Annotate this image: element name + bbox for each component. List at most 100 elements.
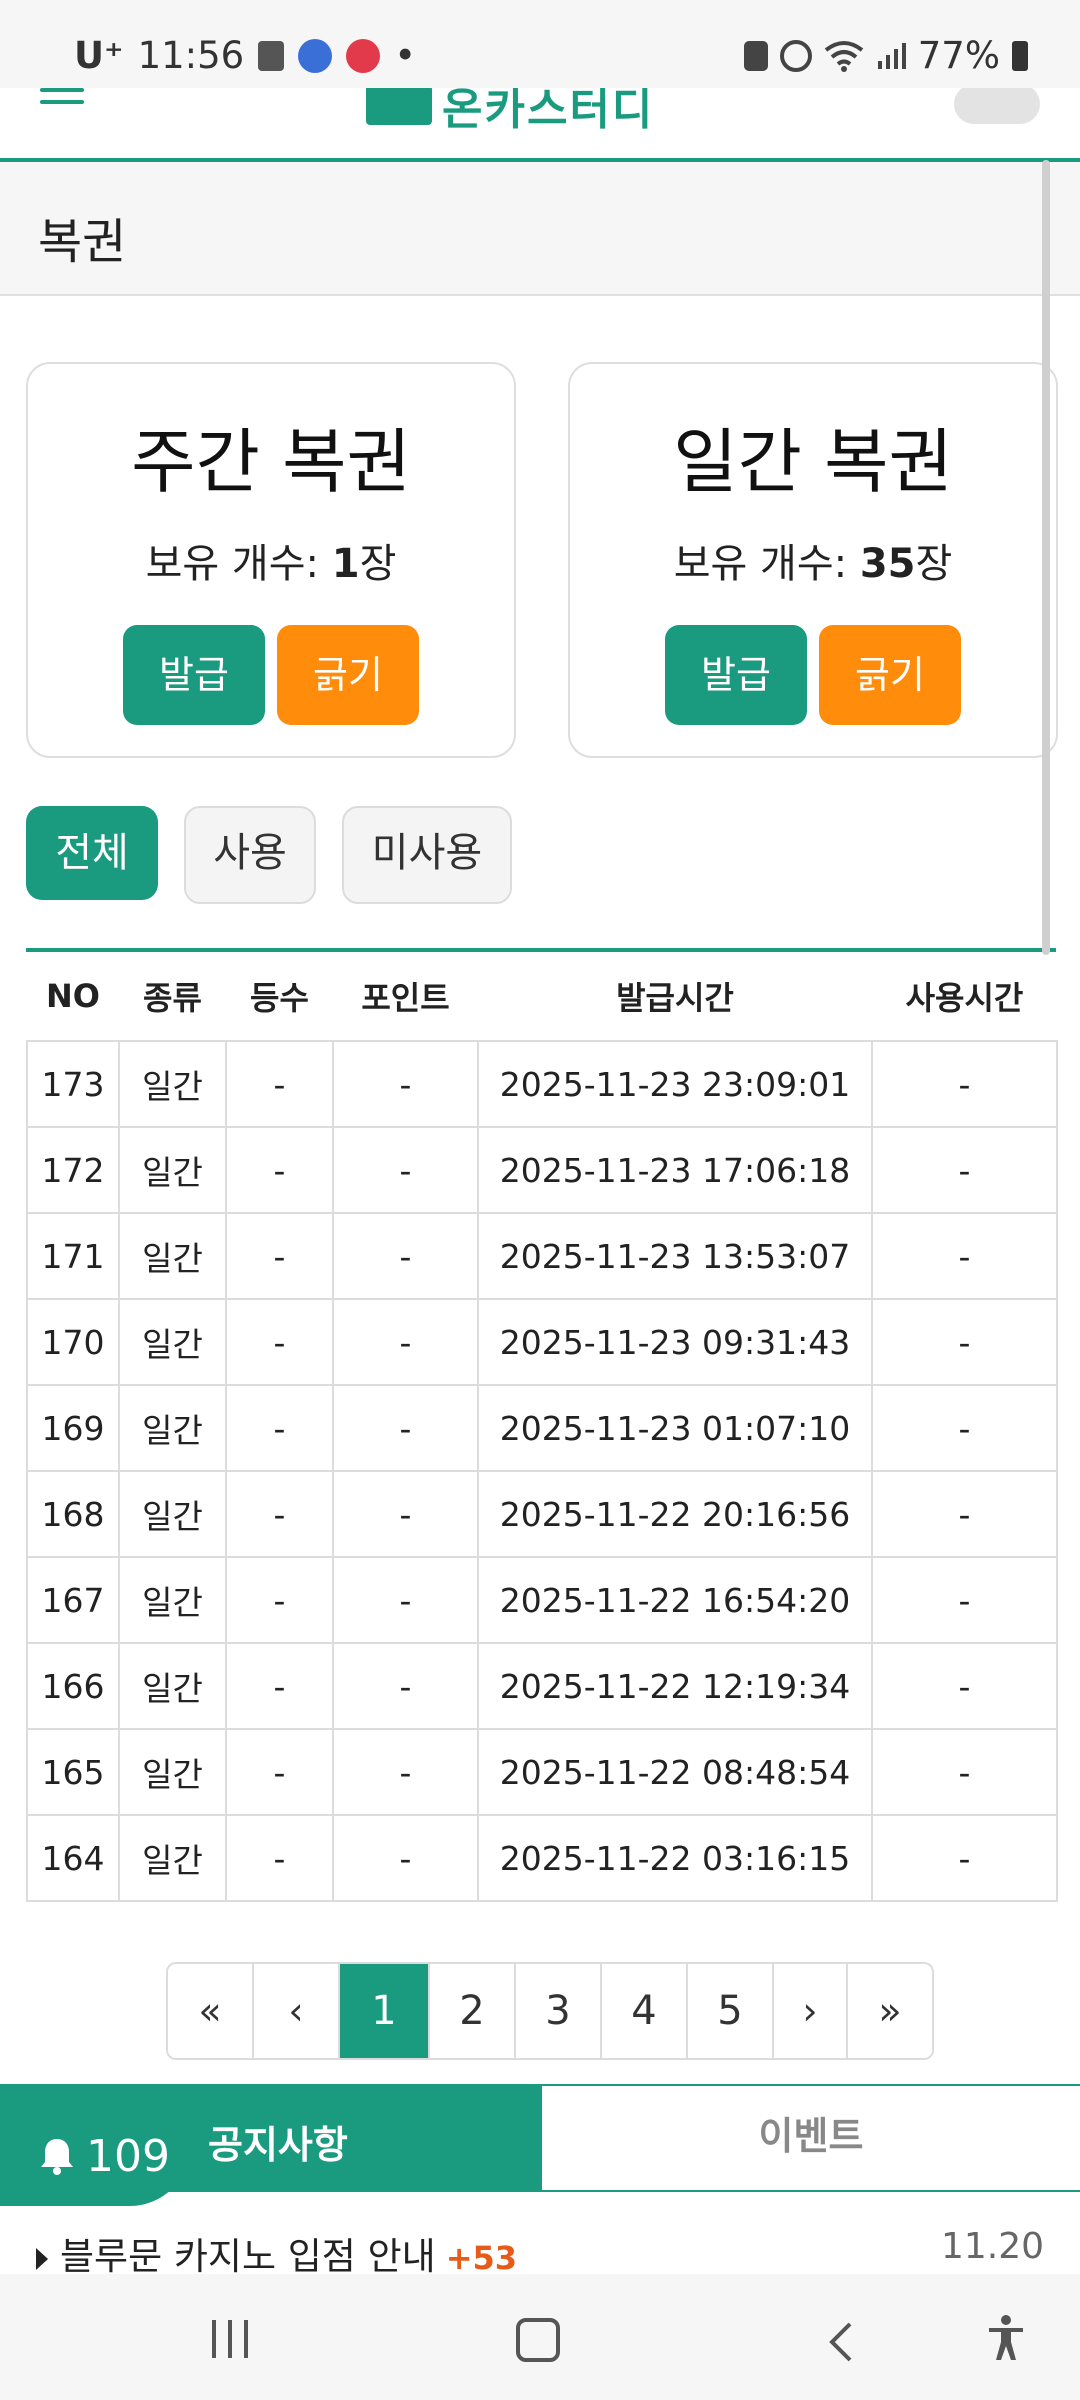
battery-saver-icon	[743, 40, 768, 71]
table-row: 166 일간 - -2025-11-22 12:19:34-	[26, 1642, 1058, 1730]
cell-points: -	[332, 1126, 479, 1214]
cell-type: 일간	[118, 1470, 227, 1558]
scratch-button[interactable]: 긁기	[819, 625, 961, 725]
card-count: 보유 개수: 1장	[28, 531, 514, 589]
wifi-icon	[824, 40, 863, 72]
cell-no: 171	[26, 1212, 120, 1300]
table-row: 171 일간 - -2025-11-23 13:53:07-	[26, 1212, 1058, 1300]
cell-issued-time: 2025-11-22 12:19:34	[477, 1642, 873, 1730]
notification-bell-badge[interactable]: 109	[0, 2106, 190, 2206]
card-buttons: 발급 긁기	[28, 625, 514, 725]
cell-rank: -	[225, 1642, 334, 1730]
filter-all-tab[interactable]: 전체	[26, 806, 158, 900]
accessibility-icon[interactable]	[986, 2314, 1026, 2364]
col-header-issued-time: 발급시간	[616, 979, 734, 1017]
tab-notice-label: 공지사항	[208, 2123, 348, 2167]
bell-icon	[41, 2139, 73, 2175]
cell-issued-time: 2025-11-23 09:31:43	[477, 1298, 873, 1386]
cell-rank: -	[225, 1556, 334, 1644]
cell-no: 167	[26, 1556, 120, 1644]
cell-used-time: -	[871, 1814, 1058, 1902]
cell-points: -	[332, 1212, 479, 1300]
prev-page-button[interactable]: ‹	[254, 1964, 340, 2058]
cell-rank: -	[225, 1728, 334, 1816]
table-row: 167 일간 - -2025-11-22 16:54:20-	[26, 1556, 1058, 1644]
status-left: U⁺ 11:56 •	[74, 34, 416, 77]
page-title-bar: 복권	[0, 162, 1080, 296]
cell-rank: -	[225, 1212, 334, 1300]
cell-type: 일간	[118, 1556, 227, 1644]
cell-points: -	[332, 1728, 479, 1816]
count-unit: 장	[359, 541, 397, 587]
cell-issued-time: 2025-11-23 17:06:18	[477, 1126, 873, 1214]
cell-points: -	[332, 1298, 479, 1386]
recent-apps-icon[interactable]	[212, 2320, 248, 2358]
last-page-button[interactable]: »	[848, 1964, 932, 2058]
page-scrollbar[interactable]	[1042, 160, 1050, 955]
cell-issued-time: 2025-11-22 03:16:15	[477, 1814, 873, 1902]
notice-list-item[interactable]: 블루문 카지노 입점 안내 +53 11.20	[36, 2226, 1044, 2278]
card-title: 주간 복권	[131, 421, 411, 503]
page-button-4[interactable]: 4	[602, 1964, 688, 2058]
site-logo[interactable]: 온카스터디	[366, 82, 716, 135]
cell-no: 173	[26, 1040, 120, 1128]
first-page-button[interactable]: «	[168, 1964, 254, 2058]
table-row: 164 일간 - -2025-11-22 03:16:15-	[26, 1814, 1058, 1902]
pagination: « ‹ 1 2 3 4 5 › »	[166, 1962, 934, 2060]
site-header: 온카스터디	[0, 84, 1080, 162]
cell-type: 일간	[118, 1126, 227, 1214]
book-logo-icon	[366, 85, 432, 125]
col-header-used-time: 사용시간	[905, 979, 1024, 1017]
alarm-icon	[779, 39, 812, 72]
back-icon[interactable]	[826, 2320, 856, 2364]
cell-issued-time: 2025-11-22 08:48:54	[477, 1728, 873, 1816]
cell-issued-time: 2025-11-23 13:53:07	[477, 1212, 873, 1300]
home-icon[interactable]	[516, 2318, 560, 2362]
cell-used-time: -	[871, 1470, 1058, 1558]
card-count: 보유 개수: 35장	[570, 531, 1056, 589]
count-unit: 장	[915, 541, 953, 587]
scratch-button[interactable]: 긁기	[277, 625, 419, 725]
page-button-5[interactable]: 5	[688, 1964, 774, 2058]
page-button-1[interactable]: 1	[340, 1964, 430, 2058]
hamburger-menu-icon[interactable]	[40, 88, 84, 108]
cell-used-time: -	[871, 1642, 1058, 1730]
table-header-row: NO 종류 등수 포인트 발급시간 사용시간	[27, 952, 1057, 1041]
cell-rank: -	[225, 1126, 334, 1214]
count-value: 35	[859, 541, 916, 587]
cell-rank: -	[225, 1384, 334, 1472]
page-button-3[interactable]: 3	[516, 1964, 602, 2058]
signal-icon	[877, 42, 906, 69]
cell-points: -	[332, 1814, 479, 1902]
page-button-2[interactable]: 2	[430, 1964, 516, 2058]
page-title: 복권	[38, 214, 127, 270]
filter-used-tab[interactable]: 사용	[184, 806, 316, 904]
cell-issued-time: 2025-11-23 01:07:10	[477, 1384, 873, 1472]
cell-no: 164	[26, 1814, 120, 1902]
tab-event[interactable]: 이벤트	[540, 2084, 1080, 2192]
cell-used-time: -	[871, 1212, 1058, 1300]
cell-rank: -	[225, 1814, 334, 1902]
cell-no: 168	[26, 1470, 120, 1558]
cell-points: -	[332, 1040, 479, 1128]
cell-used-time: -	[871, 1126, 1058, 1214]
status-right: 77%	[743, 34, 1028, 77]
issue-button[interactable]: 발급	[665, 625, 807, 725]
filter-unused-tab[interactable]: 미사용	[342, 806, 512, 904]
cell-rank: -	[225, 1040, 334, 1128]
cell-points: -	[332, 1470, 479, 1558]
table-row: 173 일간 - -2025-11-23 23:09:01-	[26, 1040, 1058, 1128]
notification-avatar-icon	[298, 38, 333, 73]
count-label: 보유 개수:	[145, 541, 332, 587]
col-header-rank: 등수	[250, 979, 309, 1017]
cell-rank: -	[225, 1298, 334, 1386]
issue-button[interactable]: 발급	[123, 625, 265, 725]
theme-toggle[interactable]	[954, 84, 1040, 124]
cell-type: 일간	[118, 1298, 227, 1386]
next-page-button[interactable]: ›	[774, 1964, 848, 2058]
cell-issued-time: 2025-11-22 20:16:56	[477, 1470, 873, 1558]
battery-icon	[1012, 40, 1028, 71]
cell-used-time: -	[871, 1728, 1058, 1816]
table-row: 169 일간 - -2025-11-23 01:07:10-	[26, 1384, 1058, 1472]
notice-tabs: 공지사항 이벤트 109	[0, 2084, 1080, 2206]
